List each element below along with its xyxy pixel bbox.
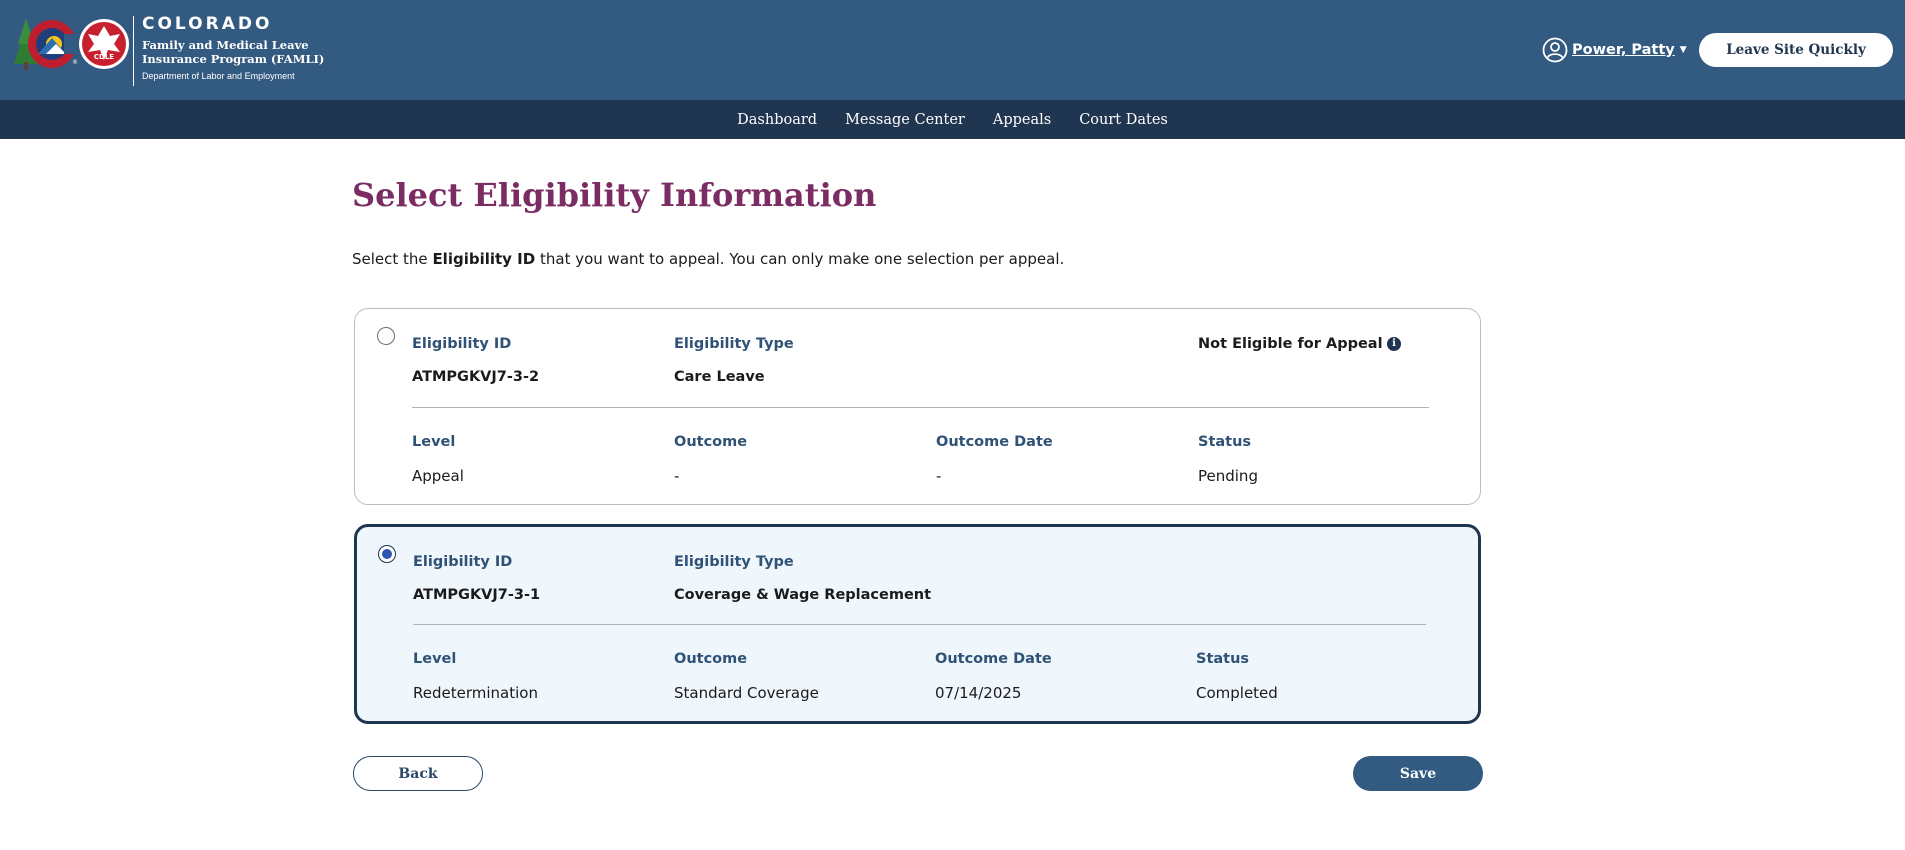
- nav-item-appeals[interactable]: Appeals: [993, 112, 1051, 128]
- user-name-link[interactable]: Power, Patty: [1572, 42, 1675, 58]
- outcome-label: Outcome: [674, 651, 748, 667]
- outcome-date-value: 07/14/2025: [935, 684, 1022, 702]
- level-value: Appeal: [412, 467, 464, 485]
- logo-department: Department of Labor and Employment: [142, 71, 295, 81]
- eligibility-type-value: Coverage & Wage Replacement: [674, 587, 932, 603]
- caret-down-icon: ▼: [1679, 45, 1687, 55]
- nav-item-message-center[interactable]: Message Center: [845, 112, 965, 128]
- back-button[interactable]: Back: [353, 756, 483, 791]
- leave-site-quickly-button[interactable]: Leave Site Quickly: [1699, 33, 1893, 67]
- svg-text:®: ®: [72, 59, 78, 66]
- colorado-logo-mark: ® CDLE: [14, 18, 129, 70]
- eligibility-type-label: Eligibility Type: [674, 336, 794, 352]
- level-label: Level: [413, 651, 457, 667]
- eligibility-radio-1[interactable]: [377, 327, 395, 345]
- eligibility-id-value: ATMPGKVJ7-3-1: [413, 587, 541, 603]
- nav-item-dashboard[interactable]: Dashboard: [737, 112, 817, 128]
- user-menu[interactable]: Power, Patty ▼: [1542, 37, 1687, 63]
- eligibility-card-1[interactable]: Eligibility ID Eligibility Type Not Elig…: [354, 308, 1481, 505]
- outcome-date-label: Outcome Date: [935, 651, 1052, 667]
- intro-suffix: that you want to appeal. You can only ma…: [535, 250, 1065, 268]
- logo-text: COLORADO Family and Medical Leave Insura…: [142, 14, 332, 81]
- nav-item-court-dates[interactable]: Court Dates: [1079, 112, 1168, 128]
- save-button[interactable]: Save: [1353, 756, 1483, 791]
- status-value: Pending: [1198, 467, 1258, 485]
- outcome-value: Standard Coverage: [674, 684, 819, 702]
- status-label: Status: [1196, 651, 1250, 667]
- colorado-famli-logo[interactable]: ® CDLE COLORADO Family and Medical Leave…: [12, 12, 324, 90]
- eligibility-type-value: Care Leave: [674, 369, 765, 385]
- eligibility-card-2[interactable]: Eligibility ID Eligibility Type ATMPGKVJ…: [354, 524, 1481, 724]
- level-value: Redetermination: [413, 684, 538, 702]
- info-icon[interactable]: i: [1387, 337, 1401, 351]
- outcome-date-label: Outcome Date: [936, 434, 1053, 450]
- status-value: Completed: [1196, 684, 1278, 702]
- card-divider: [412, 407, 1429, 408]
- intro-prefix: Select the: [352, 250, 433, 268]
- eligibility-id-value: ATMPGKVJ7-3-2: [412, 369, 540, 385]
- page-title: Select Eligibility Information: [352, 176, 877, 214]
- outcome-date-value: -: [936, 467, 942, 485]
- intro-text: Select the Eligibility ID that you want …: [352, 250, 1064, 268]
- outcome-value: -: [674, 467, 680, 485]
- status-label: Status: [1198, 434, 1252, 450]
- logo-state-name: COLORADO: [142, 14, 273, 34]
- logo-divider: [133, 16, 134, 86]
- cdle-seal-text: CDLE: [94, 53, 114, 61]
- main-nav: Dashboard Message Center Appeals Court D…: [0, 100, 1905, 139]
- logo-program-name: Family and Medical Leave Insurance Progr…: [142, 38, 325, 66]
- level-label: Level: [412, 434, 456, 450]
- card-divider: [413, 624, 1426, 625]
- outcome-label: Outcome: [674, 434, 748, 450]
- eligibility-id-label: Eligibility ID: [413, 554, 513, 570]
- site-header: ® CDLE COLORADO Family and Medical Leave…: [0, 0, 1905, 100]
- intro-bold: Eligibility ID: [432, 250, 536, 268]
- eligibility-radio-2[interactable]: [378, 545, 396, 563]
- not-eligible-notice: Not Eligible for Appeal: [1198, 336, 1383, 352]
- eligibility-type-label: Eligibility Type: [674, 554, 794, 570]
- eligibility-id-label: Eligibility ID: [412, 336, 512, 352]
- user-circle-icon: [1542, 37, 1568, 63]
